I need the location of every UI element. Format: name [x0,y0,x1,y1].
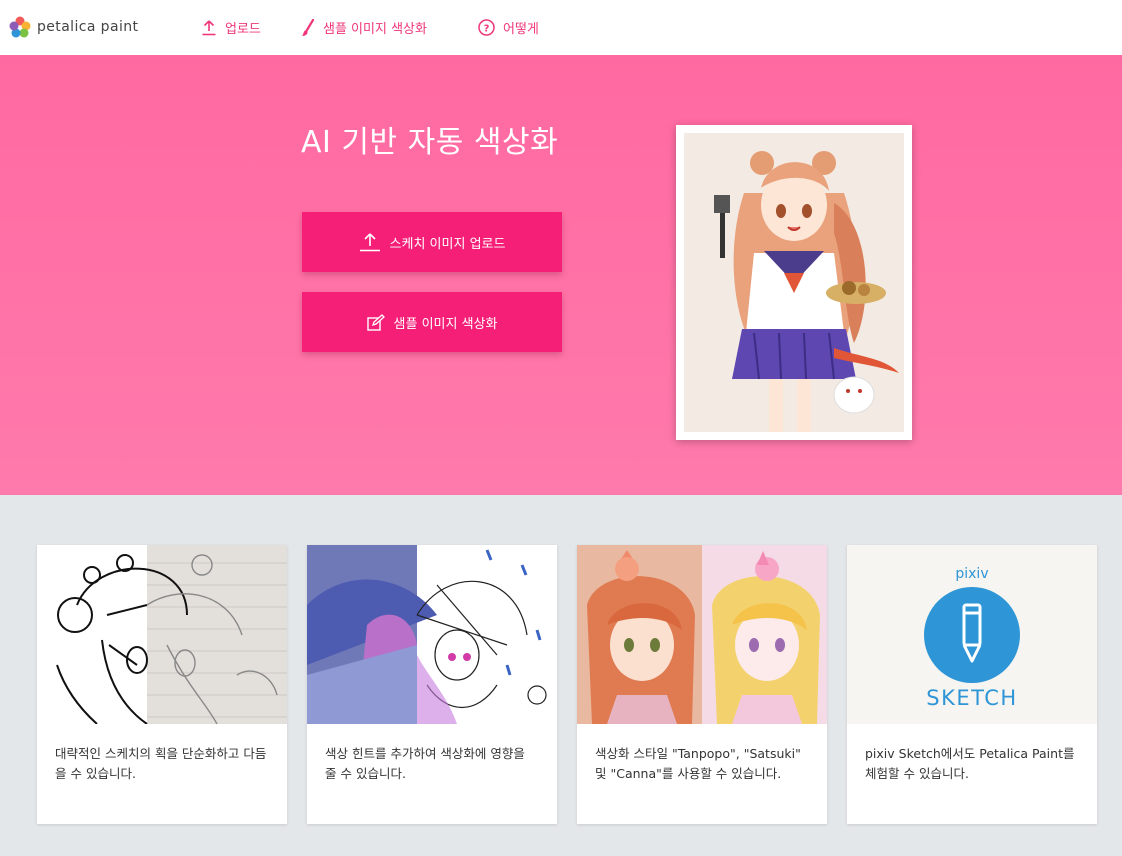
feature-card-text: 색상 힌트를 추가하여 색상화에 영향을 줄 수 있습니다. [325,746,525,781]
upload-icon [202,20,216,36]
edit-icon [366,313,385,331]
feature-card-text: 대략적인 스케치의 획을 단순화하고 다듬을 수 있습니다. [55,746,267,781]
color-hint-comparison-image [307,545,557,724]
feature-card-text: pixiv Sketch에서도 Petalica Paint를 체험할 수 있습… [865,746,1075,781]
hero-section: AI 기반 자동 색상화 스케치 이미지 업로드 샘플 이미지 색상화 [0,55,1122,495]
sketch-wordmark: SKETCH [926,686,1017,710]
question-icon: ? [478,19,495,36]
pixiv-sketch-logo: pixiv SKETCH [847,545,1097,724]
style-comparison-image [577,545,827,724]
sample-colorize-label: 샘플 이미지 색상화 [393,316,498,332]
top-header: petalica paint 업로드 샘플 이미지 색상화 ? 어떻게 [0,0,1122,55]
nav-upload-label: 업로드 [225,22,261,37]
feature-card-text: 색상화 스타일 "Tanpopo", "Satsuki" 및 "Canna"를 … [595,746,801,781]
feature-card-styles: 색상화 스타일 "Tanpopo", "Satsuki" 및 "Canna"를 … [577,545,827,824]
petal-logo-icon [9,16,31,38]
upload-icon [359,233,380,252]
nav-sample-label: 샘플 이미지 색상화 [323,22,427,37]
colored-anime-illustration [684,133,904,432]
feature-card-sketch-cleanup: 대략적인 스케치의 획을 단순화하고 다듬을 수 있습니다. [37,545,287,824]
hero-title: AI 기반 자동 색상화 [301,125,559,160]
nav-how-label: 어떻게 [503,22,539,37]
sample-colorize-button[interactable]: 샘플 이미지 색상화 [302,292,562,352]
feature-card-pixiv-sketch[interactable]: pixiv SKETCH pixiv Sketch에서도 Petalica Pa… [847,545,1097,824]
app-logo[interactable]: petalica paint [8,14,138,40]
nav-sample-colorize[interactable]: 샘플 이미지 색상화 [301,0,427,55]
upload-sketch-label: 스케치 이미지 업로드 [389,236,506,252]
feature-card-color-hints: 색상 힌트를 추가하여 색상화에 영향을 줄 수 있습니다. [307,545,557,824]
hero-sample-artwork [676,125,912,440]
svg-text:?: ? [484,24,490,35]
nav-how[interactable]: ? 어떻게 [478,0,539,55]
sketch-comparison-image [37,545,287,724]
pixiv-wordmark: pixiv [955,566,988,582]
logo-text: petalica paint [37,19,139,35]
upload-sketch-button[interactable]: 스케치 이미지 업로드 [302,212,562,272]
brush-icon [302,18,315,36]
nav-upload[interactable]: 업로드 [201,0,261,55]
